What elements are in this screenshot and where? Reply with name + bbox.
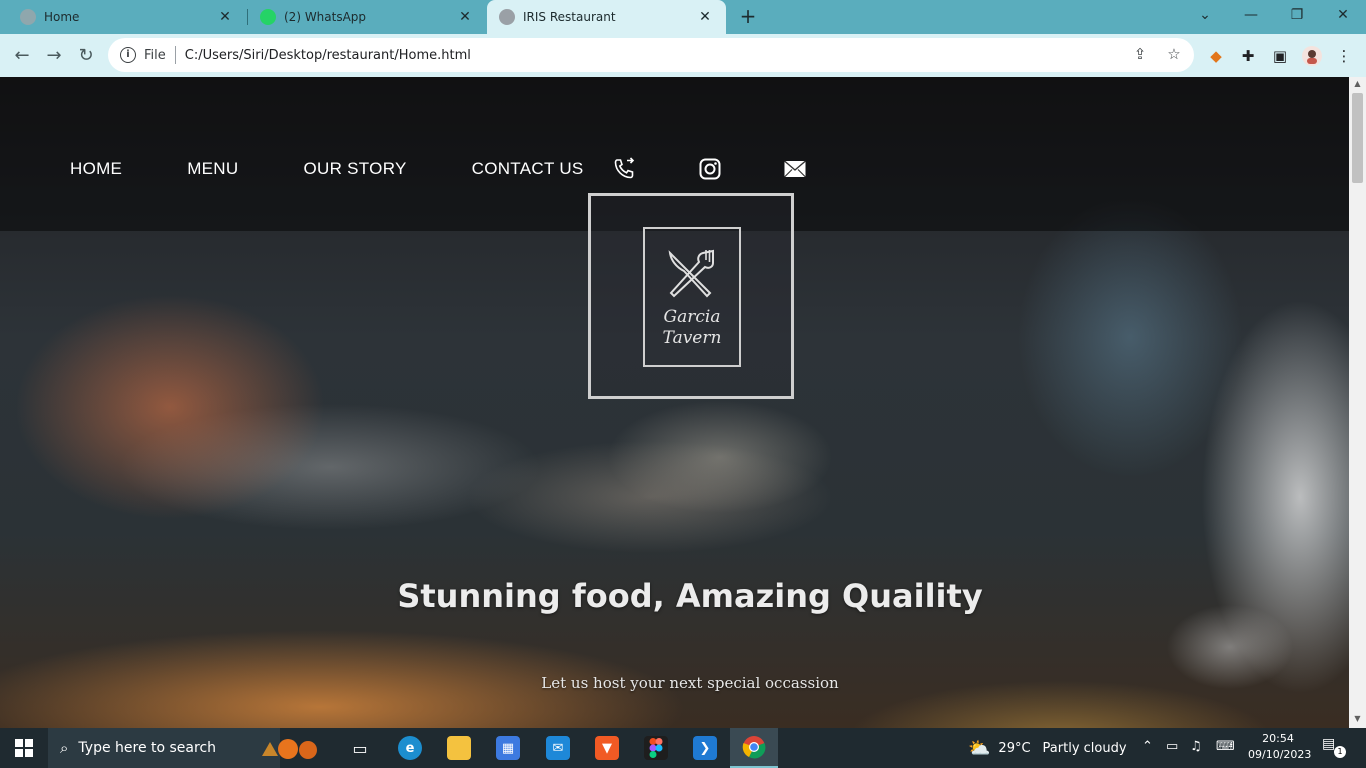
close-icon[interactable]: ✕ <box>696 9 714 25</box>
tab-search-chevron-icon[interactable]: ⌄ <box>1182 0 1228 30</box>
close-window-button[interactable]: ✕ <box>1320 0 1366 30</box>
taskbar-search[interactable]: ⌕ Type here to search <box>48 728 317 768</box>
bookmark-star-icon[interactable]: ☆ <box>1164 44 1184 64</box>
back-button[interactable]: ← <box>9 42 35 68</box>
clock[interactable]: 20:54 09/10/2023 <box>1248 731 1312 763</box>
logo-line-1: Garcia <box>663 307 721 327</box>
weather-temp: 29°C <box>998 740 1031 756</box>
scroll-up-arrow-icon[interactable]: ▲ <box>1349 77 1366 91</box>
taskbar-brave[interactable]: ▼ <box>583 728 631 768</box>
search-placeholder: Type here to search <box>78 740 217 756</box>
partly-cloudy-icon: ⛅ <box>968 737 991 759</box>
halloween-pumpkins-icon <box>258 736 332 760</box>
battery-icon[interactable]: ▭ <box>1166 739 1178 754</box>
hero-section: HOME MENU OUR STORY CONTACT US Garcia Ta… <box>0 77 1349 728</box>
notification-center-button[interactable]: ▤ 1 <box>1322 736 1346 760</box>
tab-strip: Home ✕ (2) WhatsApp ✕ IRIS Restaurant ✕ … <box>0 0 1366 34</box>
folder-icon <box>447 736 471 760</box>
nav-home[interactable]: HOME <box>70 159 122 179</box>
globe-icon <box>499 9 515 25</box>
brave-icon: ▼ <box>595 736 619 760</box>
restore-button[interactable]: ❐ <box>1274 0 1320 30</box>
kebab-menu-icon[interactable]: ⋮ <box>1333 45 1355 67</box>
close-icon[interactable]: ✕ <box>456 9 474 25</box>
close-icon[interactable]: ✕ <box>216 9 234 25</box>
scroll-down-arrow-icon[interactable]: ▼ <box>1349 712 1366 726</box>
tab-whatsapp[interactable]: (2) WhatsApp ✕ <box>248 0 486 34</box>
search-icon: ⌕ <box>60 739 69 757</box>
avatar[interactable] <box>1301 45 1323 67</box>
clock-date: 09/10/2023 <box>1248 748 1312 761</box>
info-icon[interactable]: i <box>120 47 136 63</box>
page-scrollbar[interactable]: ▲ ▼ <box>1349 77 1366 728</box>
instagram-icon[interactable] <box>698 157 722 181</box>
notification-count: 1 <box>1334 746 1346 758</box>
logo-frame: Garcia Tavern <box>643 227 741 367</box>
address-bar[interactable]: i File C:/Users/Siri/Desktop/restaurant/… <box>108 38 1194 72</box>
taskbar-store[interactable]: ▦ <box>484 728 532 768</box>
hero-subtitle: Let us host your next special occassion <box>541 674 839 692</box>
hero-title: Stunning food, Amazing Quaility <box>397 577 983 615</box>
tab-title: (2) WhatsApp <box>284 10 367 24</box>
reload-button[interactable]: ↻ <box>73 42 99 68</box>
taskbar-edge[interactable]: e <box>386 728 434 768</box>
tab-title: IRIS Restaurant <box>523 10 616 24</box>
start-button[interactable] <box>0 728 48 768</box>
browser-toolbar: ← → ↻ i File C:/Users/Siri/Desktop/resta… <box>0 34 1366 77</box>
divider <box>174 46 176 64</box>
store-icon: ▦ <box>496 736 520 760</box>
edge-icon: e <box>398 736 422 760</box>
mail-icon[interactable] <box>783 157 807 181</box>
extensions-puzzle-icon[interactable]: ✚ <box>1237 45 1259 67</box>
logo: Garcia Tavern <box>588 193 794 399</box>
share-icon[interactable]: ⇪ <box>1130 44 1150 64</box>
chrome-icon <box>742 736 766 759</box>
scroll-thumb[interactable] <box>1352 93 1363 183</box>
new-tab-button[interactable]: + <box>736 5 760 29</box>
tab-home[interactable]: Home ✕ <box>8 0 246 34</box>
figma-icon <box>644 736 668 760</box>
task-view-button[interactable]: ▭ <box>336 728 384 768</box>
clock-time: 20:54 <box>1262 732 1294 745</box>
side-panel-icon[interactable]: ▣ <box>1269 45 1291 67</box>
vscode-icon: ❯ <box>693 736 717 760</box>
nav-menu[interactable]: MENU <box>187 159 238 179</box>
volume-icon[interactable]: ♫ <box>1190 739 1202 754</box>
logo-line-2: Tavern <box>662 328 722 348</box>
globe-icon <box>20 9 36 25</box>
taskbar-chrome[interactable] <box>730 728 778 768</box>
nav-contact-us[interactable]: CONTACT US <box>472 159 584 179</box>
logo-text: Garcia Tavern <box>645 307 739 349</box>
whatsapp-icon <box>260 9 276 25</box>
main-nav: HOME MENU OUR STORY CONTACT US <box>70 159 649 179</box>
taskbar-vscode[interactable]: ❯ <box>681 728 729 768</box>
taskbar-figma[interactable] <box>632 728 680 768</box>
forward-button[interactable]: → <box>41 42 67 68</box>
weather-condition: Partly cloudy <box>1042 740 1127 756</box>
scheme-label: File <box>144 47 166 63</box>
taskbar-file-explorer[interactable] <box>435 728 483 768</box>
fork-knife-icon <box>668 249 714 298</box>
phone-icon[interactable] <box>612 157 636 181</box>
keyboard-icon[interactable]: ⌨ <box>1216 739 1235 754</box>
url-text[interactable]: C:/Users/Siri/Desktop/restaurant/Home.ht… <box>185 48 471 63</box>
chevron-up-icon[interactable]: ⌃ <box>1142 739 1153 754</box>
taskbar-mail[interactable]: ✉ <box>534 728 582 768</box>
taskbar: ⌕ Type here to search ▭ e ▦ ✉ ▼ ❯ ⛅ 29°C… <box>0 728 1366 768</box>
nav-our-story[interactable]: OUR STORY <box>303 159 406 179</box>
tab-iris-restaurant[interactable]: IRIS Restaurant ✕ <box>487 0 726 34</box>
weather-widget[interactable]: ⛅ 29°C Partly cloudy <box>968 728 1127 768</box>
mail-app-icon: ✉ <box>546 736 570 760</box>
tab-title: Home <box>44 10 80 24</box>
task-view-icon: ▭ <box>352 738 368 758</box>
windows-icon <box>15 739 33 757</box>
metamask-icon[interactable]: ◆ <box>1205 45 1227 67</box>
minimize-button[interactable]: — <box>1228 0 1274 30</box>
